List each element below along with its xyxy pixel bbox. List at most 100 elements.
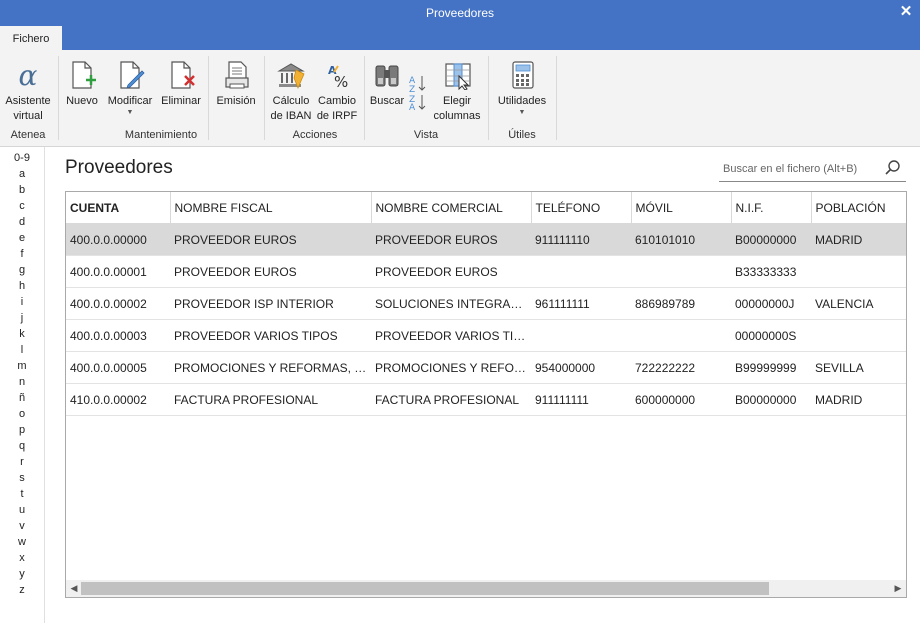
alpha-letter[interactable]: 0-9	[0, 150, 44, 166]
cell-nombre-fiscal: PROVEEDOR ISP INTERIOR	[170, 287, 371, 320]
alpha-letter[interactable]: x	[0, 550, 44, 566]
alpha-letter[interactable]: o	[0, 406, 44, 422]
emision-button[interactable]: Emisión	[212, 56, 260, 124]
alpha-letter[interactable]: a	[0, 166, 44, 182]
alpha-letter[interactable]: p	[0, 422, 44, 438]
table-row[interactable]: 410.0.0.00002 FACTURA PROFESIONAL FACTUR…	[66, 383, 906, 416]
cambio-irpf-label: Cambio de IRPF	[316, 95, 358, 122]
elegir-columnas-button[interactable]: Elegir columnas	[430, 56, 484, 124]
binoculars-icon	[375, 65, 399, 87]
table-row[interactable]: 400.0.0.00005 PROMOCIONES Y REFORMAS, S.…	[66, 351, 906, 384]
utilidades-label: Utilidades	[497, 95, 547, 107]
alpha-letter[interactable]: b	[0, 182, 44, 198]
table-row[interactable]: 400.0.0.00001 PROVEEDOR EUROS PROVEEDOR …	[66, 255, 906, 288]
suppliers-table: CUENTA NOMBRE FISCAL NOMBRE COMERCIAL TE…	[65, 191, 907, 598]
search-box	[719, 155, 906, 182]
alpha-letter[interactable]: n	[0, 374, 44, 390]
column-header-nif[interactable]: N.I.F.	[731, 192, 812, 224]
asistente-virtual-label: Asistente virtual	[5, 95, 51, 122]
cell-movil: 886989789	[631, 287, 731, 320]
alpha-letter[interactable]: ñ	[0, 390, 44, 406]
alpha-letter[interactable]: e	[0, 230, 44, 246]
alpha-letter[interactable]: i	[0, 294, 44, 310]
alpha-letter[interactable]: w	[0, 534, 44, 550]
cell-telefono: 954000000	[531, 351, 631, 384]
cell-cuenta: 410.0.0.00002	[66, 383, 170, 416]
search-icon[interactable]	[884, 159, 902, 177]
tax-percent-icon: A %	[328, 64, 348, 90]
cell-nif: B00000000	[731, 383, 811, 416]
calculo-iban-button[interactable]: Cálculo de IBAN	[268, 56, 314, 124]
horizontal-scrollbar[interactable]: ◀ ▶	[66, 580, 906, 597]
column-header-cuenta[interactable]: CUENTA	[66, 192, 171, 224]
cell-poblacion: MADRID	[811, 223, 906, 256]
buscar-button[interactable]: Buscar	[368, 56, 406, 124]
cell-nombre-comercial: PROVEEDOR VARIOS TIPOS	[371, 319, 531, 352]
column-header-telefono[interactable]: TELÉFONO	[531, 192, 632, 224]
cell-nombre-fiscal: PROVEEDOR VARIOS TIPOS	[170, 319, 371, 352]
cell-telefono	[531, 255, 631, 288]
modificar-button[interactable]: Modificar ▼	[104, 56, 156, 124]
alpha-letter[interactable]: q	[0, 438, 44, 454]
alpha-letter[interactable]: k	[0, 326, 44, 342]
nuevo-label: Nuevo	[66, 95, 98, 107]
ribbon-tabs: Fichero	[0, 26, 920, 50]
alpha-letter[interactable]: j	[0, 310, 44, 326]
scrollbar-thumb[interactable]	[81, 582, 769, 595]
cell-cuenta: 400.0.0.00002	[66, 287, 170, 320]
edit-document-icon	[120, 61, 145, 89]
table-row[interactable]: 400.0.0.00003 PROVEEDOR VARIOS TIPOS PRO…	[66, 319, 906, 352]
alpha-letter[interactable]: u	[0, 502, 44, 518]
ribbon-divider	[556, 56, 557, 140]
alpha-letter[interactable]: y	[0, 566, 44, 582]
cell-nombre-fiscal: PROMOCIONES Y REFORMAS, S.L.	[170, 351, 371, 384]
cell-poblacion	[811, 255, 906, 288]
close-icon[interactable]: ✕	[898, 2, 914, 20]
sort-az-button[interactable]: A Z Z A	[407, 68, 429, 110]
alpha-letter[interactable]: z	[0, 582, 44, 598]
dropdown-arrow-icon: ▼	[126, 109, 134, 116]
alpha-letter[interactable]: s	[0, 470, 44, 486]
scroll-right-icon[interactable]: ▶	[891, 581, 905, 596]
column-header-nombre-comercial[interactable]: NOMBRE COMERCIAL	[371, 192, 532, 224]
cell-poblacion	[811, 319, 906, 352]
ribbon-divider	[58, 56, 59, 140]
asistente-virtual-button[interactable]: α Asistente virtual	[2, 56, 54, 124]
search-input[interactable]	[721, 159, 875, 179]
ribbon-divider	[364, 56, 365, 140]
cell-nif: 00000000S	[731, 319, 811, 352]
cell-nombre-fiscal: PROVEEDOR EUROS	[170, 223, 371, 256]
table-row[interactable]: 400.0.0.00002 PROVEEDOR ISP INTERIOR SOL…	[66, 287, 906, 320]
alpha-letter[interactable]: m	[0, 358, 44, 374]
alpha-letter[interactable]: c	[0, 198, 44, 214]
ribbon: α Asistente virtual Atenea Nuevo Modific…	[0, 50, 920, 147]
alpha-letter[interactable]: l	[0, 342, 44, 358]
table-row[interactable]: 400.0.0.00000 PROVEEDOR EUROS PROVEEDOR …	[66, 223, 906, 256]
column-header-movil[interactable]: MÓVIL	[631, 192, 732, 224]
new-document-icon	[72, 61, 96, 89]
scroll-left-icon[interactable]: ◀	[67, 581, 81, 596]
alpha-letter[interactable]: f	[0, 246, 44, 262]
tab-fichero[interactable]: Fichero	[0, 26, 62, 50]
alpha-letter[interactable]: v	[0, 518, 44, 534]
cambio-irpf-button[interactable]: A % Cambio de IRPF	[316, 56, 358, 124]
delete-document-icon	[171, 61, 195, 89]
svg-text:α: α	[19, 60, 38, 90]
column-header-nombre-fiscal[interactable]: NOMBRE FISCAL	[170, 192, 372, 224]
cell-nif: B00000000	[731, 223, 811, 256]
alpha-letter[interactable]: t	[0, 486, 44, 502]
group-label-utiles: Útiles	[508, 129, 536, 141]
cell-cuenta: 400.0.0.00000	[66, 223, 170, 256]
eliminar-button[interactable]: Eliminar	[158, 56, 204, 124]
nuevo-button[interactable]: Nuevo	[62, 56, 102, 124]
ribbon-divider	[488, 56, 489, 140]
alpha-letter[interactable]: h	[0, 278, 44, 294]
alpha-letter[interactable]: d	[0, 214, 44, 230]
elegir-columnas-label: Elegir columnas	[433, 95, 481, 122]
column-header-poblacion[interactable]: POBLACIÓN	[811, 192, 906, 224]
cell-movil: 610101010	[631, 223, 731, 256]
alpha-letter[interactable]: r	[0, 454, 44, 470]
alpha-letter[interactable]: g	[0, 262, 44, 278]
utilidades-button[interactable]: Utilidades ▼	[492, 56, 552, 124]
bank-icon	[277, 63, 305, 90]
